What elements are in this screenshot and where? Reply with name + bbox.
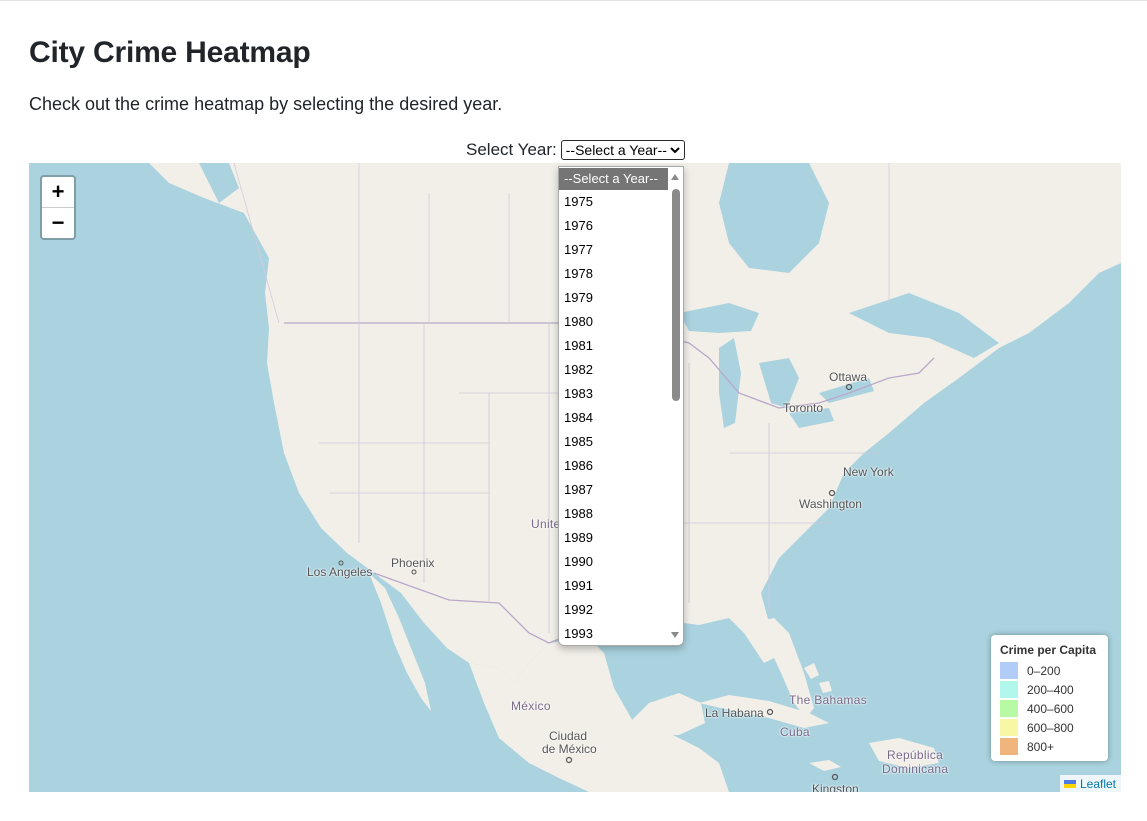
place-de-mexico: de México (542, 742, 597, 756)
year-option[interactable]: 1978 (559, 262, 667, 286)
year-select[interactable]: --Select a Year-- (560, 140, 685, 160)
place-bahamas: The Bahamas (789, 693, 868, 707)
year-dropdown-list: --Select a Year-- 1975 1976 1977 1978 19… (558, 166, 684, 646)
year-option[interactable]: 1989 (559, 526, 667, 550)
legend-swatch (1000, 700, 1018, 717)
year-select-value: --Select a Year-- (565, 142, 667, 158)
crime-legend: Crime per Capita 0–200 200–400 400–600 6… (991, 635, 1108, 761)
top-border (0, 0, 1147, 1)
legend-swatch (1000, 681, 1018, 698)
legend-label: 400–600 (1027, 701, 1074, 716)
legend-item: 600–800 (1000, 718, 1100, 737)
map-attribution: Leaflet (1059, 775, 1121, 792)
place-republica: República (887, 748, 944, 762)
year-option[interactable]: 1991 (559, 574, 667, 598)
legend-label: 0–200 (1027, 663, 1061, 678)
scroll-down-arrow-icon[interactable] (670, 631, 680, 639)
year-option[interactable]: 1987 (559, 478, 667, 502)
page-subtitle: Check out the crime heatmap by selecting… (29, 94, 503, 114)
place-mexico: México (511, 699, 551, 713)
zoom-in-button[interactable]: + (42, 177, 74, 208)
dropdown-scrollbar[interactable] (668, 167, 683, 645)
scroll-up-arrow-icon[interactable] (670, 173, 680, 181)
legend-item: 200–400 (1000, 680, 1100, 699)
zoom-control: + − (40, 175, 76, 240)
legend-label: 200–400 (1027, 682, 1074, 697)
zoom-out-button[interactable]: − (42, 208, 74, 238)
year-option[interactable]: 1979 (559, 286, 667, 310)
place-cuba: Cuba (780, 725, 810, 739)
year-option[interactable]: 1976 (559, 214, 667, 238)
year-select-row: Select Year: --Select a Year-- (466, 138, 685, 162)
place-washington: Washington (799, 497, 862, 511)
place-united-states: Unite (531, 517, 561, 531)
year-option[interactable]: 1982 (559, 358, 667, 382)
chevron-down-icon (670, 147, 680, 154)
place-los-angeles: Los Angeles (307, 565, 373, 579)
leaflet-link[interactable]: Leaflet (1080, 777, 1116, 791)
year-option[interactable]: 1977 (559, 238, 667, 262)
year-option[interactable]: 1983 (559, 382, 667, 406)
place-ottawa: Ottawa (829, 370, 868, 384)
year-option[interactable]: 1992 (559, 598, 667, 622)
scrollbar-thumb[interactable] (672, 189, 680, 401)
year-option[interactable]: 1993 (559, 622, 667, 645)
place-ciudad: Ciudad (549, 729, 588, 743)
year-option[interactable]: 1988 (559, 502, 667, 526)
legend-item: 800+ (1000, 737, 1100, 756)
year-option[interactable]: 1990 (559, 550, 667, 574)
legend-label: 600–800 (1027, 720, 1074, 735)
place-la-habana: La Habana (705, 706, 764, 720)
year-select-label: Select Year: (466, 140, 557, 159)
place-phoenix: Phoenix (391, 556, 435, 570)
page-title: City Crime Heatmap (29, 36, 311, 69)
year-option[interactable]: 1981 (559, 334, 667, 358)
legend-item: 0–200 (1000, 661, 1100, 680)
year-option[interactable]: 1985 (559, 430, 667, 454)
legend-item: 400–600 (1000, 699, 1100, 718)
legend-title: Crime per Capita (1000, 643, 1097, 657)
place-dominicana: Dominicana (882, 762, 949, 776)
year-option[interactable]: 1975 (559, 190, 667, 214)
year-option[interactable]: 1986 (559, 454, 667, 478)
legend-swatch (1000, 719, 1018, 736)
place-toronto: Toronto (783, 401, 824, 415)
legend-swatch (1000, 738, 1018, 755)
year-option[interactable]: --Select a Year-- (559, 168, 668, 190)
ukraine-flag-icon (1063, 779, 1076, 788)
year-option[interactable]: 1980 (559, 310, 667, 334)
place-new-york: New York (843, 465, 894, 479)
place-kingston: Kingston (812, 782, 859, 792)
legend-swatch (1000, 662, 1018, 679)
legend-label: 800+ (1027, 739, 1055, 754)
year-option[interactable]: 1984 (559, 406, 667, 430)
